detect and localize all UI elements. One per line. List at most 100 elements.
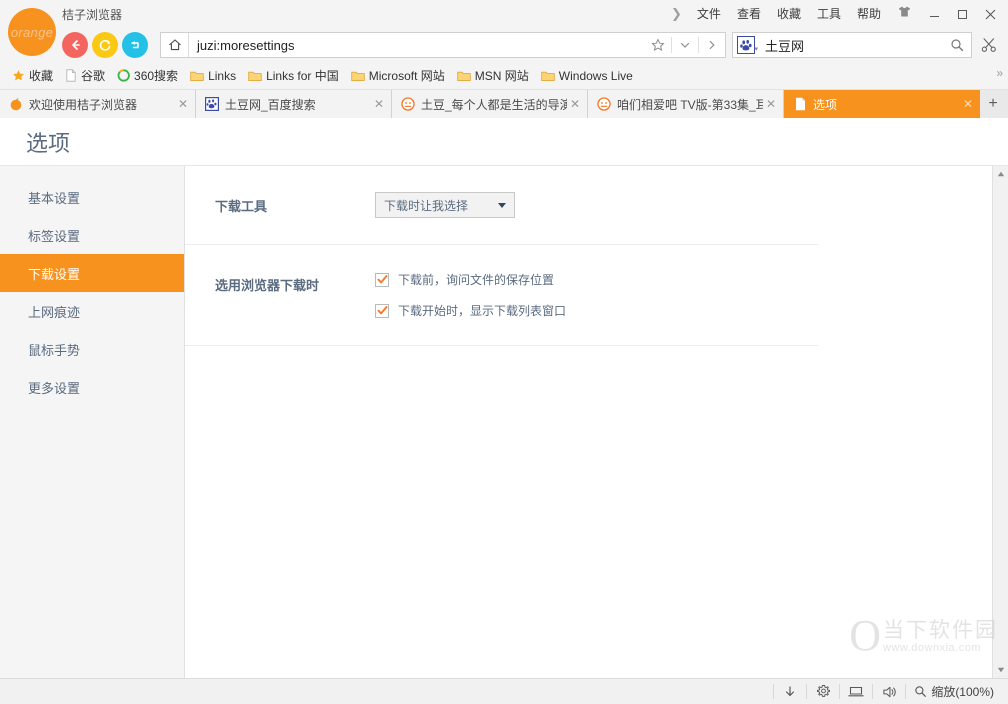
gear-icon[interactable] — [809, 680, 837, 704]
page-icon — [792, 96, 808, 112]
sidebar-item-basic-settings[interactable]: 基本设置 — [0, 178, 184, 216]
browser-title: 桔子浏览器 — [62, 6, 122, 23]
checkbox-label: 下载前，询问文件的保存位置 — [398, 271, 554, 288]
menu-expand-icon[interactable]: ❯ — [664, 0, 689, 28]
reload-button[interactable] — [92, 32, 118, 58]
tudou-face-icon — [596, 96, 612, 112]
new-tab-button[interactable]: + — [980, 90, 1006, 118]
checkbox-show-download-list[interactable] — [375, 304, 389, 318]
folder-icon — [190, 70, 204, 82]
bookmark-item-links-for-china[interactable]: Links for 中国 — [242, 65, 345, 87]
tab-label: 欢迎使用桔子浏览器 — [29, 96, 175, 113]
maximize-button[interactable] — [948, 0, 976, 28]
watermark-name: 当下软件园 — [883, 619, 998, 642]
bookmark-item-favorites[interactable]: 收藏 — [6, 65, 59, 87]
download-tool-select[interactable]: 下载时让我选择 — [375, 192, 515, 218]
tab-label: 土豆_每个人都是生活的导演 — [421, 96, 567, 113]
bookmark-item-msn[interactable]: MSN 网站 — [451, 65, 535, 87]
tab-tudou-video[interactable]: 咱们相爱吧 TV版-第33集_耳 ✕ — [588, 90, 784, 118]
menu-item-help[interactable]: 帮助 — [849, 0, 889, 28]
page-title: 选项 — [26, 126, 70, 158]
orange-fruit-icon — [8, 96, 24, 112]
checkbox-row-ask-save-location[interactable]: 下载前，询问文件的保存位置 — [375, 271, 818, 288]
navigation-bar: juzi:moresettings — [0, 28, 1008, 62]
bookmark-item-360search[interactable]: 360搜索 — [111, 65, 184, 87]
search-input[interactable]: 土豆网 — [755, 36, 943, 55]
menu-item-favorites[interactable]: 收藏 — [769, 0, 809, 28]
sidebar-item-mouse-gestures[interactable]: 鼠标手势 — [0, 330, 184, 368]
status-bar: 缩放(100%) — [0, 678, 1008, 704]
tab-baidu-search[interactable]: 土豆网_百度搜索 ✕ — [196, 90, 392, 118]
menu-bar: ❯ 文件 查看 收藏 工具 帮助 — [664, 0, 1004, 28]
folder-icon — [541, 70, 555, 82]
tab-options[interactable]: 选项 ✕ — [784, 90, 980, 118]
back-button[interactable] — [62, 32, 88, 58]
browser-logo-text: orange — [11, 25, 53, 40]
section-label: 下载工具 — [215, 192, 375, 218]
status-divider — [872, 684, 873, 699]
section-label: 选用浏览器下载时 — [215, 271, 375, 319]
screenshot-scissors-icon[interactable] — [974, 32, 1004, 58]
sidebar-item-tab-settings[interactable]: 标签设置 — [0, 216, 184, 254]
folder-icon — [351, 70, 365, 82]
restore-button[interactable] — [122, 32, 148, 58]
checkbox-row-show-download-list[interactable]: 下载开始时，显示下载列表窗口 — [375, 302, 818, 319]
sidebar-item-more-settings[interactable]: 更多设置 — [0, 368, 184, 406]
sidebar-item-download-settings[interactable]: 下载设置 — [0, 254, 184, 292]
menu-item-tools[interactable]: 工具 — [809, 0, 849, 28]
page-icon — [65, 69, 77, 82]
bookmark-item-google[interactable]: 谷歌 — [59, 65, 111, 87]
bookmark-item-links[interactable]: Links — [184, 65, 242, 87]
sidebar-item-browsing-history[interactable]: 上网痕迹 — [0, 292, 184, 330]
skin-shirt-icon[interactable] — [889, 0, 920, 28]
menu-item-file[interactable]: 文件 — [689, 0, 729, 28]
bookmark-item-microsoft[interactable]: Microsoft 网站 — [345, 65, 451, 87]
checkbox-label: 下载开始时，显示下载列表窗口 — [398, 302, 566, 319]
section-field: 下载时让我选择 — [375, 192, 818, 218]
download-arrow-icon[interactable] — [776, 680, 804, 704]
scroll-down-arrow-icon[interactable] — [993, 662, 1008, 678]
address-input[interactable]: juzi:moresettings — [189, 38, 645, 53]
bookmark-label: MSN 网站 — [475, 67, 529, 84]
tab-close-icon[interactable]: ✕ — [763, 96, 779, 112]
zoom-label: 缩放(100%) — [931, 683, 994, 700]
tab-close-icon[interactable]: ✕ — [175, 96, 191, 112]
options-header: 选项 — [0, 118, 1008, 166]
star-icon — [12, 69, 25, 82]
menu-item-view[interactable]: 查看 — [729, 0, 769, 28]
speaker-icon[interactable] — [875, 680, 903, 704]
chevron-down-icon — [498, 203, 506, 208]
scroll-up-arrow-icon[interactable] — [993, 166, 1008, 182]
baidu-paw-icon[interactable]: ▾ — [737, 36, 755, 54]
chevron-down-icon[interactable] — [672, 33, 698, 57]
status-divider — [905, 684, 906, 699]
bookmarks-overflow-icon[interactable]: » — [996, 66, 1002, 80]
baidu-paw-icon — [204, 96, 220, 112]
bookmark-label: Links for 中国 — [266, 67, 339, 84]
title-bar: 桔子浏览器 ❯ 文件 查看 收藏 工具 帮助 — [0, 0, 1008, 28]
tab-close-icon[interactable]: ✕ — [567, 96, 583, 112]
window-icon[interactable] — [842, 680, 870, 704]
tab-welcome[interactable]: 欢迎使用桔子浏览器 ✕ — [0, 90, 196, 118]
engine-caret-icon[interactable]: ▾ — [754, 45, 758, 53]
bookmark-item-windows-live[interactable]: Windows Live — [535, 65, 639, 87]
bookmark-star-icon[interactable] — [645, 33, 671, 57]
tab-close-icon[interactable]: ✕ — [371, 96, 387, 112]
watermark-logo: O — [849, 616, 881, 656]
minimize-button[interactable] — [920, 0, 948, 28]
bookmark-label: 谷歌 — [81, 67, 105, 84]
tudou-face-icon — [400, 96, 416, 112]
zoom-indicator[interactable]: 缩放(100%) — [908, 683, 1000, 700]
tab-close-icon[interactable]: ✕ — [960, 96, 976, 112]
section-download-tool: 下载工具 下载时让我选择 — [185, 166, 818, 245]
search-box[interactable]: ▾ 土豆网 — [732, 32, 972, 58]
search-magnifier-icon[interactable] — [943, 33, 971, 57]
go-chevron-right-icon[interactable] — [699, 33, 725, 57]
tab-tudou-home[interactable]: 土豆_每个人都是生活的导演 ✕ — [392, 90, 588, 118]
home-icon[interactable] — [161, 33, 189, 57]
content-scrollbar[interactable] — [992, 166, 1008, 678]
address-bar[interactable]: juzi:moresettings — [160, 32, 726, 58]
checkbox-ask-save-location[interactable] — [375, 273, 389, 287]
bookmark-label: Windows Live — [559, 69, 633, 83]
close-button[interactable] — [976, 0, 1004, 28]
